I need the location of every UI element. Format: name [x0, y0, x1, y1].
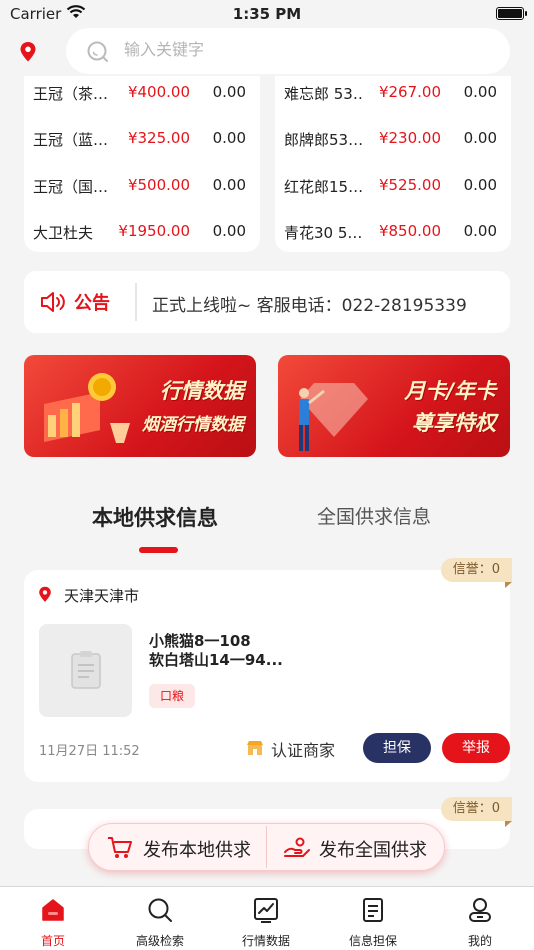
market-data-banner[interactable]: 行情数据 烟酒行情数据 — [24, 355, 256, 457]
item-price: ¥400.00 — [127, 83, 190, 101]
price-row[interactable]: 郎牌郎53… ¥230.00 0.00 — [275, 129, 511, 153]
item-change: 0.00 — [212, 83, 246, 101]
report-button[interactable]: 举报 — [442, 733, 510, 763]
item-change: 0.00 — [212, 129, 246, 147]
item-price: ¥525.00 — [378, 176, 441, 194]
tab-home[interactable]: 首页 — [0, 887, 106, 950]
price-row[interactable]: 红花郎15… ¥525.00 0.00 — [275, 176, 511, 200]
price-row[interactable]: 难忘郎 53… ¥267.00 0.00 — [275, 83, 511, 107]
tab-local[interactable]: 本地供求信息 — [92, 502, 218, 532]
price-row[interactable]: 王冠（蓝… ¥325.00 0.00 — [24, 129, 260, 153]
shop-icon — [247, 741, 263, 755]
item-name: 难忘郎 53… — [284, 85, 364, 103]
home-icon — [42, 899, 64, 921]
location-pin-icon[interactable] — [19, 41, 37, 63]
status-bar: Carrier 1:35 PM — [0, 0, 534, 28]
battery-icon — [496, 7, 527, 20]
chart-icon — [254, 898, 278, 923]
merchant-label: 认证商家 — [271, 741, 336, 760]
supply-post-card[interactable]: 信誉：0 天津天津市 小熊猫8一108 软白塔山14一94... 口粮 11月2… — [24, 558, 513, 782]
speaker-icon — [41, 292, 65, 312]
tab-national[interactable]: 全国供求信息 — [317, 502, 431, 529]
item-name: 王冠（蓝… — [33, 131, 109, 149]
item-name: 青花30 5… — [284, 224, 363, 242]
tab-label: 信息担保 — [348, 934, 397, 948]
price-list-left: 王冠（茶… ¥400.00 0.00 王冠（蓝… ¥325.00 0.00 王冠… — [24, 60, 260, 252]
announcement-title: 公告 — [74, 293, 110, 314]
bottom-tab-bar: 首页 高级检索 行情数据 信息担保 我的 — [0, 886, 534, 950]
divider — [266, 826, 267, 868]
search-header — [0, 28, 534, 76]
credit-badge: 信誉：0 — [440, 558, 513, 588]
tab-info-guarantee[interactable]: 信息担保 — [320, 887, 426, 950]
item-price: ¥325.00 — [127, 129, 190, 147]
gift-box-illustration — [44, 373, 130, 443]
item-name: 王冠（茶… — [33, 85, 109, 103]
publish-bar: 发布本地供求 发布全国供求 — [88, 823, 445, 871]
divider — [135, 283, 137, 321]
market-banner-title: 行情数据 — [160, 379, 244, 403]
clock: 1:35 PM — [232, 5, 302, 23]
announcement-text: 正式上线啦~ 客服电话：022-28195339 — [152, 296, 467, 316]
search-bar[interactable] — [66, 28, 510, 74]
item-name: 红花郎15… — [284, 178, 364, 196]
item-price: ¥850.00 — [378, 222, 441, 240]
credit-badge: 信誉：0 — [440, 797, 513, 827]
vip-banner-subtitle: 尊享特权 — [412, 411, 496, 435]
tab-label: 行情数据 — [241, 934, 290, 948]
announcement-bar[interactable]: 公告 正式上线啦~ 客服电话：022-28195339 — [24, 271, 510, 333]
search-icon — [148, 898, 172, 922]
item-price: ¥500.00 — [127, 176, 190, 194]
user-icon — [469, 898, 491, 922]
publish-national-label: 发布全国供求 — [319, 840, 427, 861]
post-thumbnail[interactable] — [39, 624, 132, 717]
item-price: ¥230.00 — [378, 129, 441, 147]
item-change: 0.00 — [463, 222, 497, 240]
guarantee-button[interactable]: 担保 — [363, 733, 431, 763]
market-banner-subtitle: 烟酒行情数据 — [142, 415, 244, 435]
location-pin-icon — [39, 586, 51, 602]
document-icon — [363, 898, 383, 922]
item-name: 大卫杜夫 — [33, 224, 94, 242]
tab-label: 我的 — [467, 934, 492, 948]
cart-icon — [108, 837, 132, 858]
item-change: 0.00 — [212, 222, 246, 240]
price-row[interactable]: 王冠（茶… ¥400.00 0.00 — [24, 83, 260, 107]
price-list-right: 难忘郎 53… ¥267.00 0.00 郎牌郎53… ¥230.00 0.00… — [275, 60, 511, 252]
search-icon — [87, 41, 108, 62]
tab-advanced-search[interactable]: 高级检索 — [107, 887, 213, 950]
item-name: 王冠（国… — [33, 178, 109, 196]
price-row[interactable]: 王冠（国… ¥500.00 0.00 — [24, 176, 260, 200]
price-row[interactable]: 青花30 5… ¥850.00 0.00 — [275, 222, 511, 246]
handshake-icon — [284, 837, 310, 857]
search-input[interactable] — [124, 40, 464, 59]
item-price: ¥267.00 — [378, 83, 441, 101]
publish-local-label: 发布本地供求 — [143, 840, 251, 861]
tab-label: 高级检索 — [135, 934, 184, 948]
item-change: 0.00 — [463, 129, 497, 147]
vip-banner-title: 月卡/年卡 — [404, 379, 496, 403]
item-change: 0.00 — [463, 83, 497, 101]
tab-label: 首页 — [40, 934, 65, 948]
vip-card-banner[interactable]: 月卡/年卡 尊享特权 — [278, 355, 510, 457]
post-city: 天津天津市 — [64, 587, 140, 605]
item-name: 郎牌郎53… — [284, 131, 364, 149]
clipboard-placeholder-icon — [71, 651, 101, 689]
post-date: 11月27日 11:52 — [39, 744, 140, 759]
item-change: 0.00 — [463, 176, 497, 194]
price-row[interactable]: 大卫杜夫 ¥1950.00 0.00 — [24, 222, 260, 246]
tab-mine[interactable]: 我的 — [427, 887, 533, 950]
post-title: 小熊猫8一108 软白塔山14一94... — [149, 632, 283, 669]
item-change: 0.00 — [212, 176, 246, 194]
category-tag: 口粮 — [149, 684, 196, 708]
diamond-person-illustration — [299, 383, 368, 451]
item-price: ¥1950.00 — [118, 222, 190, 240]
supply-demand-tabs: 本地供求信息 全国供求信息 — [0, 490, 534, 560]
active-tab-indicator — [139, 547, 178, 553]
tab-market-data[interactable]: 行情数据 — [213, 887, 319, 950]
